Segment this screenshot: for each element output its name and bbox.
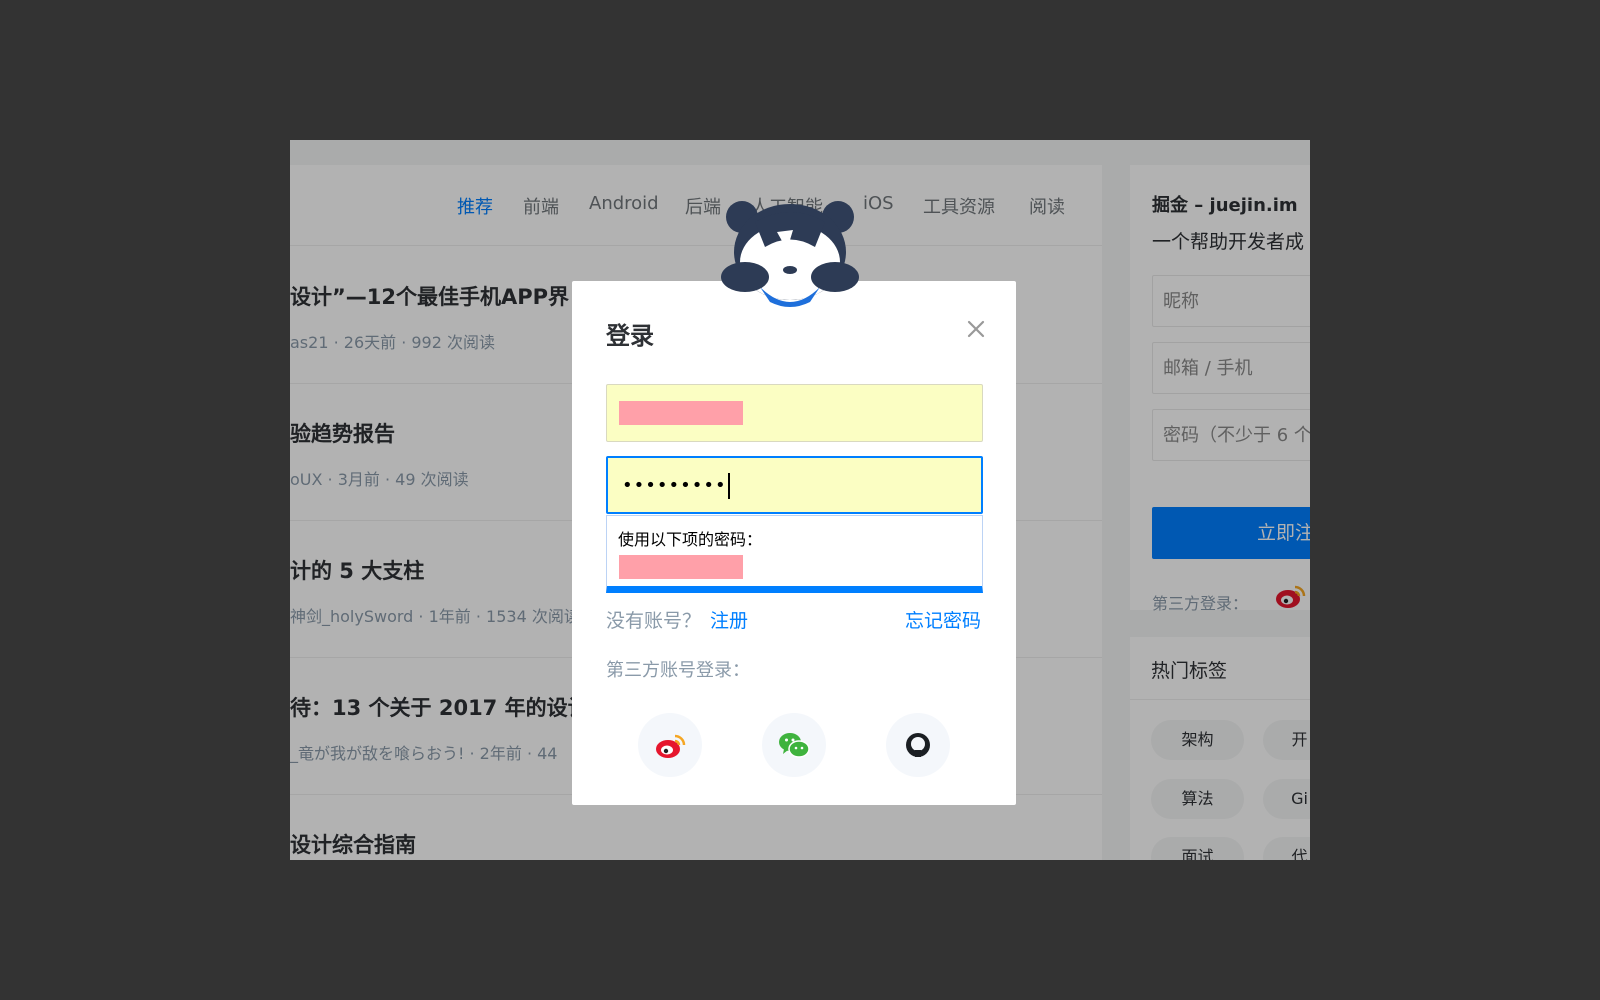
password-masked-value: ••••••••• bbox=[622, 473, 730, 499]
panda-mascot-icon bbox=[721, 201, 859, 307]
no-account-text: 没有账号？ bbox=[606, 610, 702, 632]
password-suggestion-dropdown[interactable]: 使用以下项的密码： bbox=[606, 515, 983, 593]
third-party-label: 第三方账号登录： bbox=[606, 660, 750, 681]
github-login-button[interactable] bbox=[886, 713, 950, 777]
password-field[interactable]: ••••••••• bbox=[606, 456, 983, 514]
forgot-password-link[interactable]: 忘记密码 bbox=[905, 606, 981, 633]
login-modal: 登录 ••••••••• 使用以下项的密码： 没有账号？ 注册 忘记密码 第三方… bbox=[572, 281, 1016, 805]
wechat-login-button[interactable] bbox=[762, 713, 826, 777]
suggestion-label: 使用以下项的密码： bbox=[618, 530, 763, 549]
redacted-account-value bbox=[619, 401, 743, 425]
modal-title: 登录 bbox=[606, 322, 654, 350]
close-icon[interactable] bbox=[964, 317, 988, 341]
redacted-suggestion-value[interactable] bbox=[619, 555, 743, 579]
text-caret bbox=[727, 473, 730, 499]
weibo-login-button[interactable] bbox=[638, 713, 702, 777]
account-input[interactable] bbox=[606, 384, 983, 442]
register-link[interactable]: 注册 bbox=[710, 606, 748, 633]
